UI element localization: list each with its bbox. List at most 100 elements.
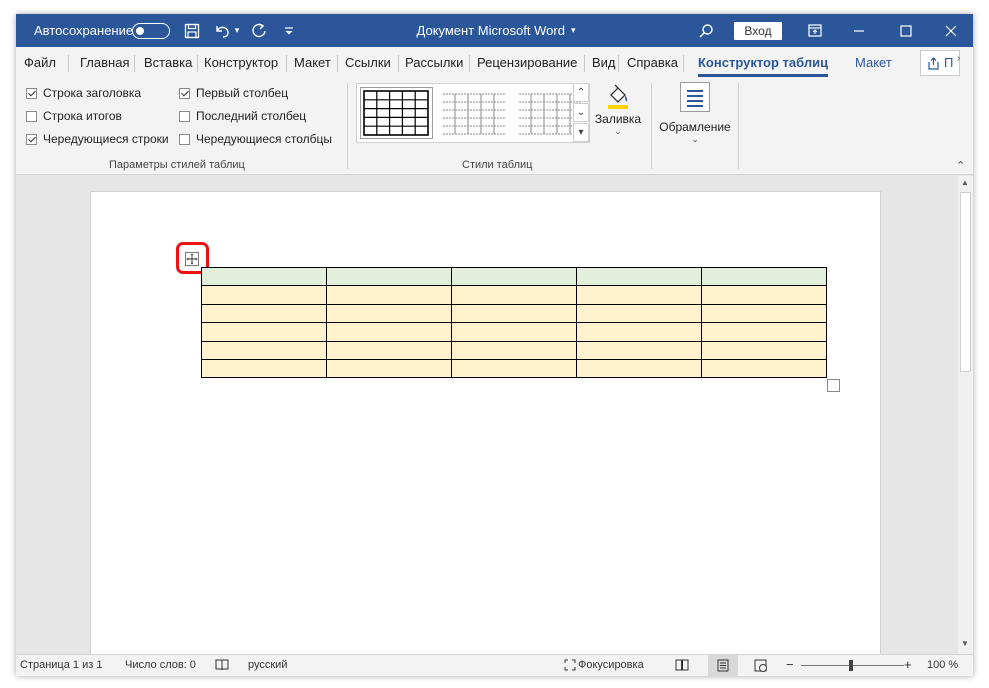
table-cell[interactable] [701,340,827,360]
tab-table-layout[interactable]: Макет [855,55,892,70]
table-cell[interactable] [451,340,577,360]
table-move-handle-icon[interactable] [185,252,199,266]
scroll-down-icon[interactable]: ▼ [961,639,969,648]
table-cell[interactable] [576,303,702,324]
table-cell[interactable] [701,322,827,342]
table-cell[interactable] [451,266,577,287]
last-column-label: Последний столбец [196,109,307,123]
tab-table-design[interactable]: Конструктор таблиц [698,55,828,70]
tab-mailings[interactable]: Рассылки [405,55,463,70]
last-column-checkbox[interactable]: Последний столбец [179,109,306,123]
close-icon[interactable] [941,14,961,47]
share-button[interactable]: П [920,50,960,76]
proofing-icon[interactable] [215,659,229,674]
tab-design[interactable]: Конструктор [204,55,278,70]
table-cell[interactable] [201,266,327,287]
focus-mode-label[interactable]: Фокусировка [578,659,644,671]
gallery-scroll-up-icon[interactable]: ⌃ [573,83,589,102]
tab-file[interactable]: Файл [24,55,56,70]
autosave-toggle[interactable] [132,23,170,39]
gallery-scroll-down-icon[interactable]: ⌄ [573,103,589,122]
minimize-icon[interactable] [849,14,869,47]
first-column-checkbox[interactable]: Первый столбец [179,86,288,100]
table-resize-handle[interactable] [827,379,840,392]
tab-home[interactable]: Главная [80,55,129,70]
document-table[interactable] [201,266,827,379]
table-cell[interactable] [326,358,452,379]
table-cell[interactable] [576,340,702,360]
table-cell[interactable] [451,285,577,305]
table-cell[interactable] [701,285,827,305]
word-count[interactable]: Число слов: 0 [125,659,196,671]
first-column-label: Первый столбец [196,86,289,100]
table-cell[interactable] [701,266,827,287]
scroll-up-icon[interactable]: ▲ [961,178,969,187]
search-icon[interactable] [696,14,716,47]
table-cell[interactable] [201,358,327,379]
banded-rows-label: Чередующиеся строки [43,132,169,146]
header-row-checkbox[interactable]: Строка заголовка [26,86,141,100]
undo-dropdown-icon[interactable]: ▾ [232,14,242,47]
table-cell[interactable] [201,303,327,324]
document-title[interactable]: Документ Microsoft Word ▾ [396,14,596,47]
print-layout-icon[interactable] [708,655,738,676]
table-cell[interactable] [576,266,702,287]
collapse-ribbon-icon[interactable]: ⌃ [956,159,965,172]
shading-button[interactable]: Заливка ⌄ [594,81,642,153]
banded-rows-checkbox[interactable]: Чередующиеся строки [26,132,169,146]
tab-help[interactable]: Справка [627,55,678,70]
zoom-slider-thumb[interactable] [849,660,853,671]
table-cell[interactable] [326,266,452,287]
tab-references[interactable]: Ссылки [345,55,391,70]
focus-mode-icon[interactable] [564,659,576,674]
paint-bucket-icon [608,84,628,109]
vertical-scrollbar[interactable]: ▲ ▼ [958,176,973,654]
zoom-out-icon[interactable]: − [786,657,794,672]
table-cell[interactable] [701,358,827,379]
zoom-level[interactable]: 100 % [927,659,958,671]
table-cell[interactable] [201,285,327,305]
table-cell[interactable] [576,285,702,305]
table-cell[interactable] [451,322,577,342]
table-cell[interactable] [451,358,577,379]
undo-icon[interactable] [211,14,233,47]
language-indicator[interactable]: русский [248,659,287,671]
table-cell[interactable] [576,322,702,342]
read-mode-icon[interactable] [675,659,689,674]
tab-review[interactable]: Рецензирование [477,55,577,70]
page-count[interactable]: Страница 1 из 1 [20,659,102,671]
table-cell[interactable] [576,358,702,379]
borders-button[interactable]: Обрамление ⌄ [656,81,734,153]
banded-columns-label: Чередующиеся столбцы [196,132,332,146]
maximize-icon[interactable] [896,14,916,47]
table-cell[interactable] [326,322,452,342]
table-cell[interactable] [326,340,452,360]
gallery-more-icon[interactable]: ▾ [573,123,589,142]
redo-icon[interactable] [248,14,270,47]
table-row [201,322,827,342]
scrollbar-thumb[interactable] [960,192,971,372]
table-cell[interactable] [326,303,452,324]
customize-toolbar-icon[interactable] [282,14,296,47]
web-layout-icon[interactable] [754,659,768,675]
save-icon[interactable] [182,14,202,47]
table-cell[interactable] [201,322,327,342]
table-cell[interactable] [326,285,452,305]
tabs-scroll-right-icon[interactable]: › [957,53,960,64]
total-row-checkbox[interactable]: Строка итогов [26,109,122,123]
table-style-grid-selected[interactable] [360,87,433,139]
tab-layout[interactable]: Макет [294,55,331,70]
table-row [201,340,827,360]
active-tab-indicator [698,74,828,77]
document-page[interactable] [90,191,881,671]
signin-button[interactable]: Вход [734,22,782,40]
table-cell[interactable] [701,303,827,324]
tab-view[interactable]: Вид [592,55,616,70]
table-cell[interactable] [201,340,327,360]
banded-columns-checkbox[interactable]: Чередующиеся столбцы [179,132,332,146]
ribbon-display-options-icon[interactable] [804,14,826,47]
table-cell[interactable] [451,303,577,324]
tab-insert[interactable]: Вставка [144,55,192,70]
table-style-plain[interactable] [439,87,509,139]
zoom-in-icon[interactable]: + [904,657,912,672]
